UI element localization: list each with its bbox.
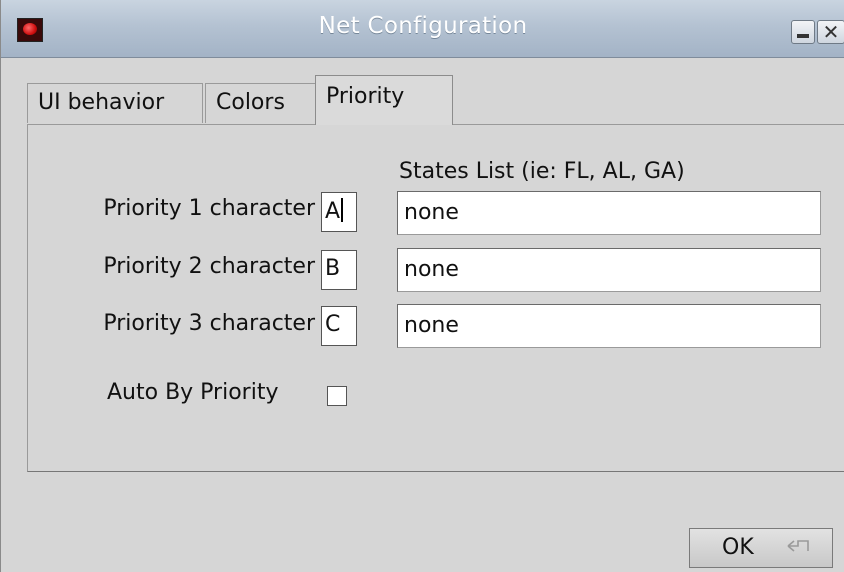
net-configuration-window: Net Configuration ✕ UI behavior Colors P… [0, 0, 844, 572]
priority-1-char-input[interactable]: A [321, 192, 357, 232]
priority-1-label: Priority 1 character [103, 196, 315, 221]
priority-2-label: Priority 2 character [103, 254, 315, 279]
priority-1-char-value: A [325, 199, 341, 224]
minimize-button[interactable] [791, 20, 815, 44]
priority-3-label: Priority 3 character [103, 311, 315, 336]
text-caret [341, 198, 344, 222]
priority-1-states-input[interactable]: none [397, 191, 821, 235]
priority-3-char-input[interactable]: C [321, 306, 357, 346]
ok-button[interactable]: OK [689, 528, 833, 568]
auto-by-priority-checkbox[interactable] [327, 386, 347, 406]
tab-ui-behavior[interactable]: UI behavior [27, 83, 203, 123]
priority-3-states-input[interactable]: none [397, 304, 821, 348]
close-button[interactable]: ✕ [817, 20, 844, 44]
window-title: Net Configuration [318, 13, 528, 39]
enter-key-icon [787, 540, 809, 552]
tab-colors[interactable]: Colors [205, 83, 333, 123]
priority-2-char-input[interactable]: B [321, 250, 357, 290]
auto-by-priority-label: Auto By Priority [107, 380, 279, 405]
ok-label: OK [722, 535, 754, 560]
states-list-header: States List (ie: FL, AL, GA) [399, 159, 685, 184]
tab-priority[interactable]: Priority [315, 75, 453, 125]
priority-2-states-input[interactable]: none [397, 248, 821, 292]
title-bar[interactable]: Net Configuration ✕ [1, 0, 844, 58]
close-icon: ✕ [822, 20, 840, 44]
